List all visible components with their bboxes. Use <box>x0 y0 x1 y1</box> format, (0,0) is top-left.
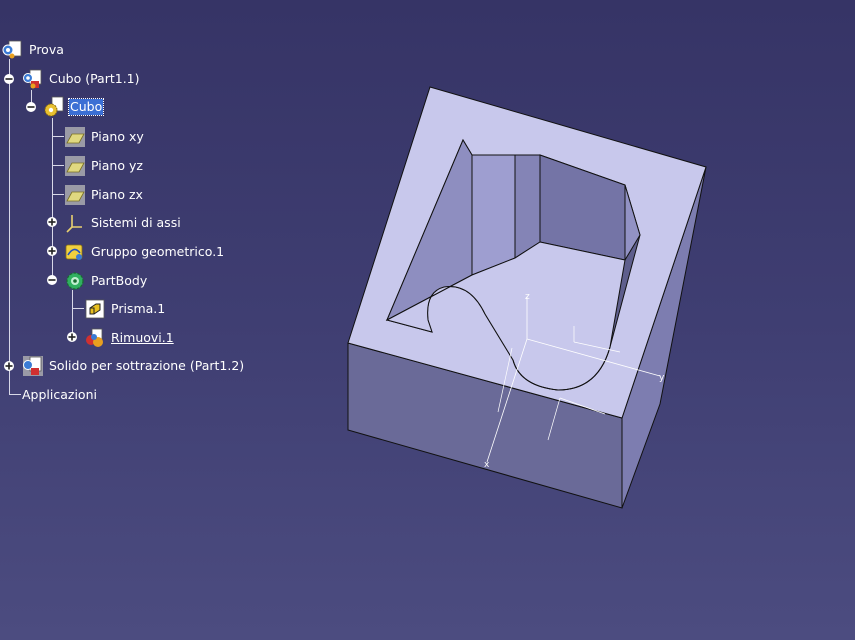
tree-item-sistemi-di-assi[interactable]: Sistemi di assi <box>64 212 182 234</box>
collapse-toggle-partbody[interactable] <box>46 274 58 286</box>
tree-label-rimuovi: Rimuovi.1 <box>111 330 174 345</box>
tree-item-partbody[interactable]: PartBody <box>64 270 148 292</box>
tree-label-applicazioni: Applicazioni <box>22 387 97 402</box>
product-icon <box>2 39 24 61</box>
part-instance-icon <box>22 68 44 90</box>
tree-item-part1[interactable]: Cubo (Part1.1) <box>22 68 141 90</box>
tree-label-prisma: Prisma.1 <box>111 301 166 316</box>
axis-y-label: y <box>659 373 665 383</box>
tree-label-solido: Solido per sottrazione (Part1.2) <box>49 358 245 373</box>
collapse-toggle-cubo[interactable] <box>25 101 37 113</box>
expand-toggle-solido[interactable] <box>3 360 15 372</box>
axis-z-label: z <box>525 292 530 302</box>
tree-item-applicazioni[interactable]: Applicazioni <box>21 384 98 406</box>
body-gear-icon <box>64 270 86 292</box>
remove-icon <box>84 327 106 349</box>
pocket-wall-mid <box>514 154 541 259</box>
tree-label-part1: Cubo (Part1.1) <box>49 71 140 86</box>
expand-toggle-rimuovi[interactable] <box>66 331 78 343</box>
tree-label-piano-xy: Piano xy <box>91 129 144 144</box>
axis-system-icon <box>64 212 86 234</box>
tree-item-prisma[interactable]: Prisma.1 <box>84 298 166 320</box>
collapse-toggle-part1[interactable] <box>3 73 15 85</box>
expand-toggle-geo[interactable] <box>46 245 58 257</box>
tree-label-piano-yz: Piano yz <box>91 158 143 173</box>
geometrical-set-icon <box>64 241 86 263</box>
part-model: z y x <box>347 86 707 509</box>
tree-label-sistemi-di-assi: Sistemi di assi <box>91 215 181 230</box>
tree-item-rimuovi[interactable]: Rimuovi.1 <box>84 327 175 349</box>
part-gear-icon <box>43 96 65 118</box>
tree-item-solido[interactable]: Solido per sottrazione (Part1.2) <box>22 355 245 377</box>
axis-x-label: x <box>484 460 490 470</box>
tree-label-gruppo-geometrico: Gruppo geometrico.1 <box>91 244 225 259</box>
expand-toggle-axes[interactable] <box>46 216 58 228</box>
plane-icon <box>64 184 86 206</box>
tree-item-cubo[interactable]: Cubo <box>43 96 105 118</box>
specification-tree: Prova Cubo (Part1.1) Cubo Piano xy Piano… <box>0 0 340 420</box>
tree-label-piano-zx: Piano zx <box>91 187 143 202</box>
3d-viewport[interactable]: z y x <box>340 60 740 530</box>
tree-item-piano-yz[interactable]: Piano yz <box>64 155 144 177</box>
plane-icon <box>64 126 86 148</box>
tree-label-prova: Prova <box>29 42 64 57</box>
tree-label-cubo: Cubo <box>67 98 105 116</box>
tree-item-piano-zx[interactable]: Piano zx <box>64 184 144 206</box>
tree-item-gruppo-geometrico[interactable]: Gruppo geometrico.1 <box>64 241 225 263</box>
plane-icon <box>64 155 86 177</box>
tree-item-prova[interactable]: Prova <box>2 39 65 61</box>
pocket-wall-slant <box>471 154 516 276</box>
part-instance-icon <box>22 355 44 377</box>
tree-label-partbody: PartBody <box>91 273 148 288</box>
tree-item-piano-xy[interactable]: Piano xy <box>64 126 145 148</box>
pad-icon <box>84 298 106 320</box>
